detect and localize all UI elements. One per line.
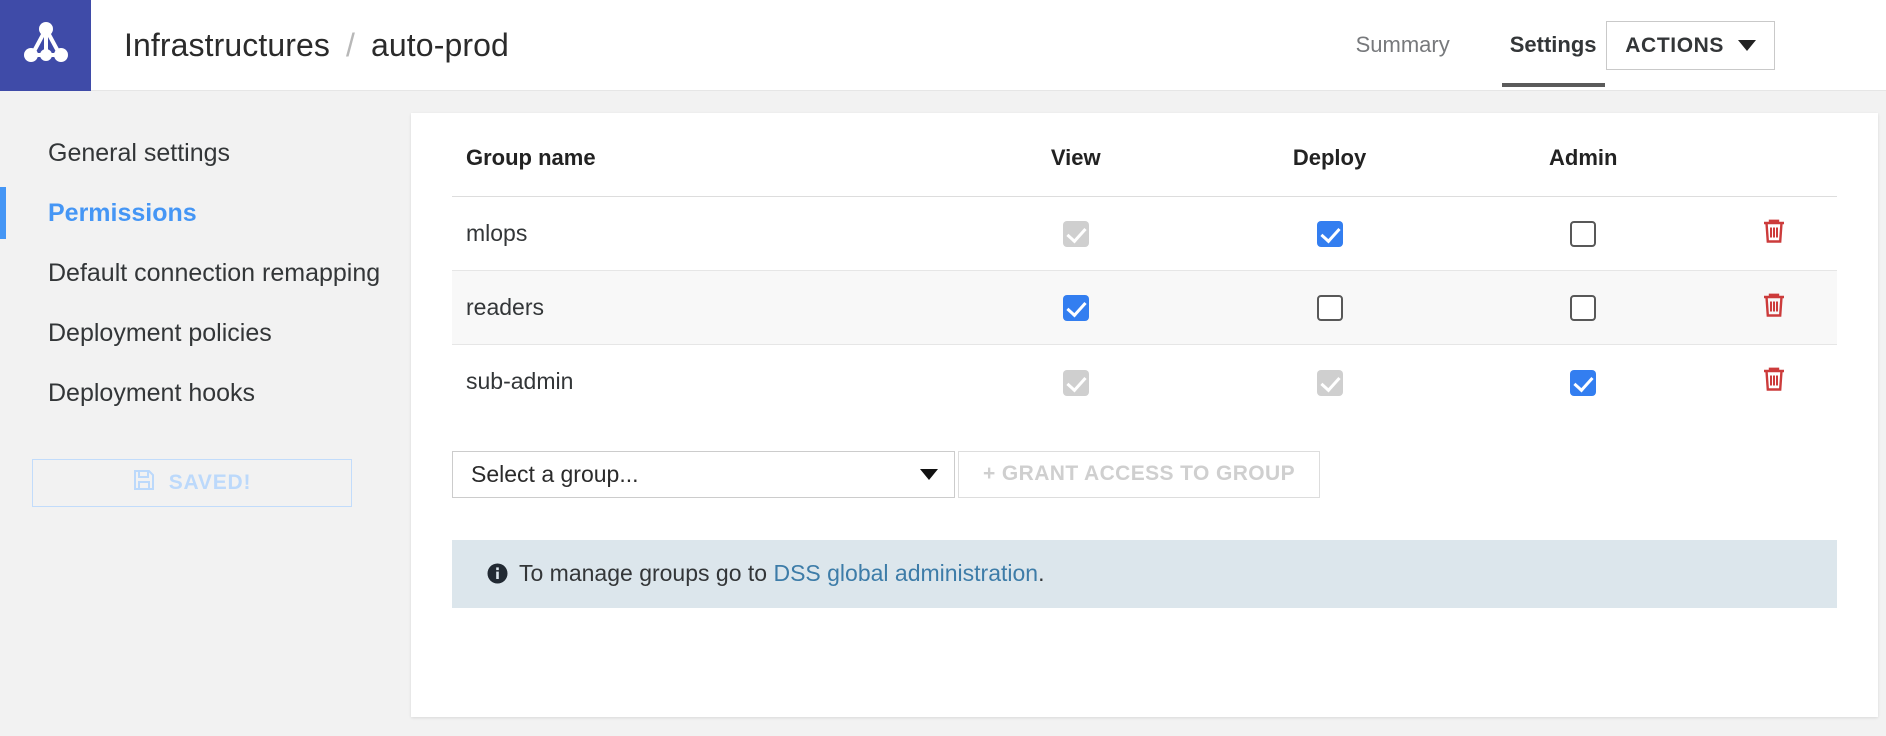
sidebar-item-default-connection-remapping[interactable]: Default connection remapping [0, 243, 411, 303]
checkbox-deploy [1316, 369, 1343, 396]
tab-settings-label: Settings [1509, 32, 1597, 57]
tab-settings[interactable]: Settings [1480, 0, 1627, 90]
row-group-name: readers [452, 270, 949, 345]
settings-sidebar: General settings Permissions Default con… [0, 91, 411, 736]
group-select-value: Select a group... [471, 460, 639, 487]
cell-view [949, 345, 1203, 419]
group-select-dropdown[interactable]: Select a group... [452, 450, 955, 498]
info-circle-icon [487, 563, 508, 584]
cell-deploy [1203, 345, 1457, 419]
cell-admin [1456, 270, 1711, 345]
save-button-label: SAVED! [168, 471, 252, 494]
checkbox-view [1062, 221, 1089, 248]
tab-summary-label: Summary [1355, 32, 1450, 57]
column-header-group-name: Group name [452, 113, 949, 197]
sidebar-item-label: Permissions [48, 198, 197, 227]
cell-deploy [1202, 270, 1457, 345]
column-header-view: View [948, 113, 1203, 197]
column-header-admin: Admin [1456, 113, 1711, 197]
cell-admin [1456, 345, 1710, 419]
cell-delete [1710, 196, 1837, 271]
trash-icon[interactable] [1762, 218, 1786, 250]
info-banner-text-suffix: . [1038, 560, 1045, 586]
sidebar-item-label: General settings [48, 138, 231, 167]
save-button[interactable]: SAVED! [32, 459, 352, 507]
permissions-card: Group name View Deploy Admin mlops reade… [411, 113, 1878, 717]
table-row: readers [452, 270, 1837, 345]
sidebar-item-general-settings[interactable]: General settings [0, 123, 411, 183]
row-group-name: mlops [452, 196, 949, 271]
dataiku-logo-icon [23, 22, 69, 69]
breadcrumb-separator: / [346, 26, 356, 63]
cell-view [948, 196, 1203, 271]
checkbox-deploy[interactable] [1316, 221, 1343, 248]
dss-global-administration-link[interactable]: DSS global administration [773, 560, 1038, 587]
permissions-table: Group name View Deploy Admin mlops reade… [452, 113, 1837, 419]
header-tabs: Summary Settings History ACTIONS [1326, 0, 1775, 90]
checkbox-admin[interactable] [1570, 295, 1597, 322]
grant-access-button-label: + GRANT ACCESS TO GROUP [983, 462, 1295, 485]
sidebar-item-label: Deployment policies [48, 318, 272, 347]
table-header-row: Group name View Deploy Admin [452, 113, 1837, 197]
grant-access-form: Select a group... + GRANT ACCESS TO GROU… [452, 450, 1837, 498]
breadcrumb-parent-link[interactable]: Infrastructures [124, 27, 330, 64]
actions-button[interactable]: ACTIONS [1606, 21, 1775, 70]
sidebar-item-permissions[interactable]: Permissions [0, 183, 411, 243]
checkbox-deploy[interactable] [1316, 295, 1343, 322]
sidebar-item-label: Deployment hooks [48, 378, 256, 407]
cell-deploy [1202, 196, 1457, 271]
info-banner: To manage groups go to DSS global admini… [452, 539, 1837, 608]
trash-icon[interactable] [1762, 366, 1786, 398]
sidebar-item-deployment-hooks[interactable]: Deployment hooks [0, 363, 411, 423]
cell-view [948, 270, 1203, 345]
app-root: Infrastructures / auto-prod Summary Sett… [0, 0, 1886, 736]
chevron-down-icon [920, 468, 938, 480]
actions-button-label: ACTIONS [1625, 33, 1724, 57]
floppy-disk-save-icon [133, 469, 155, 497]
cell-admin [1456, 196, 1711, 271]
checkbox-view[interactable] [1062, 295, 1089, 322]
breadcrumb: Infrastructures / auto-prod [124, 0, 509, 90]
column-header-actions [1710, 113, 1837, 197]
row-group-name: sub-admin [466, 368, 574, 395]
chevron-down-icon [1738, 40, 1756, 51]
breadcrumb-current: auto-prod [371, 26, 509, 63]
cell-delete [1710, 345, 1837, 419]
tab-summary[interactable]: Summary [1326, 0, 1480, 90]
sidebar-item-deployment-policies[interactable]: Deployment policies [0, 303, 411, 363]
checkbox-admin[interactable] [1570, 221, 1597, 248]
column-header-deploy: Deploy [1202, 113, 1457, 197]
top-header: Infrastructures / auto-prod Summary Sett… [0, 0, 1886, 91]
app-logo[interactable] [0, 0, 91, 91]
table-row: mlops [452, 196, 1837, 271]
grant-access-button[interactable]: + GRANT ACCESS TO GROUP [958, 450, 1320, 498]
info-banner-text: To manage groups go to [519, 560, 768, 586]
table-row: sub-admin [452, 345, 1837, 419]
cell-delete [1710, 270, 1837, 345]
trash-icon[interactable] [1762, 292, 1786, 324]
checkbox-view [1062, 369, 1089, 396]
checkbox-admin[interactable] [1570, 369, 1597, 396]
sidebar-item-label: Default connection remapping [48, 258, 381, 287]
